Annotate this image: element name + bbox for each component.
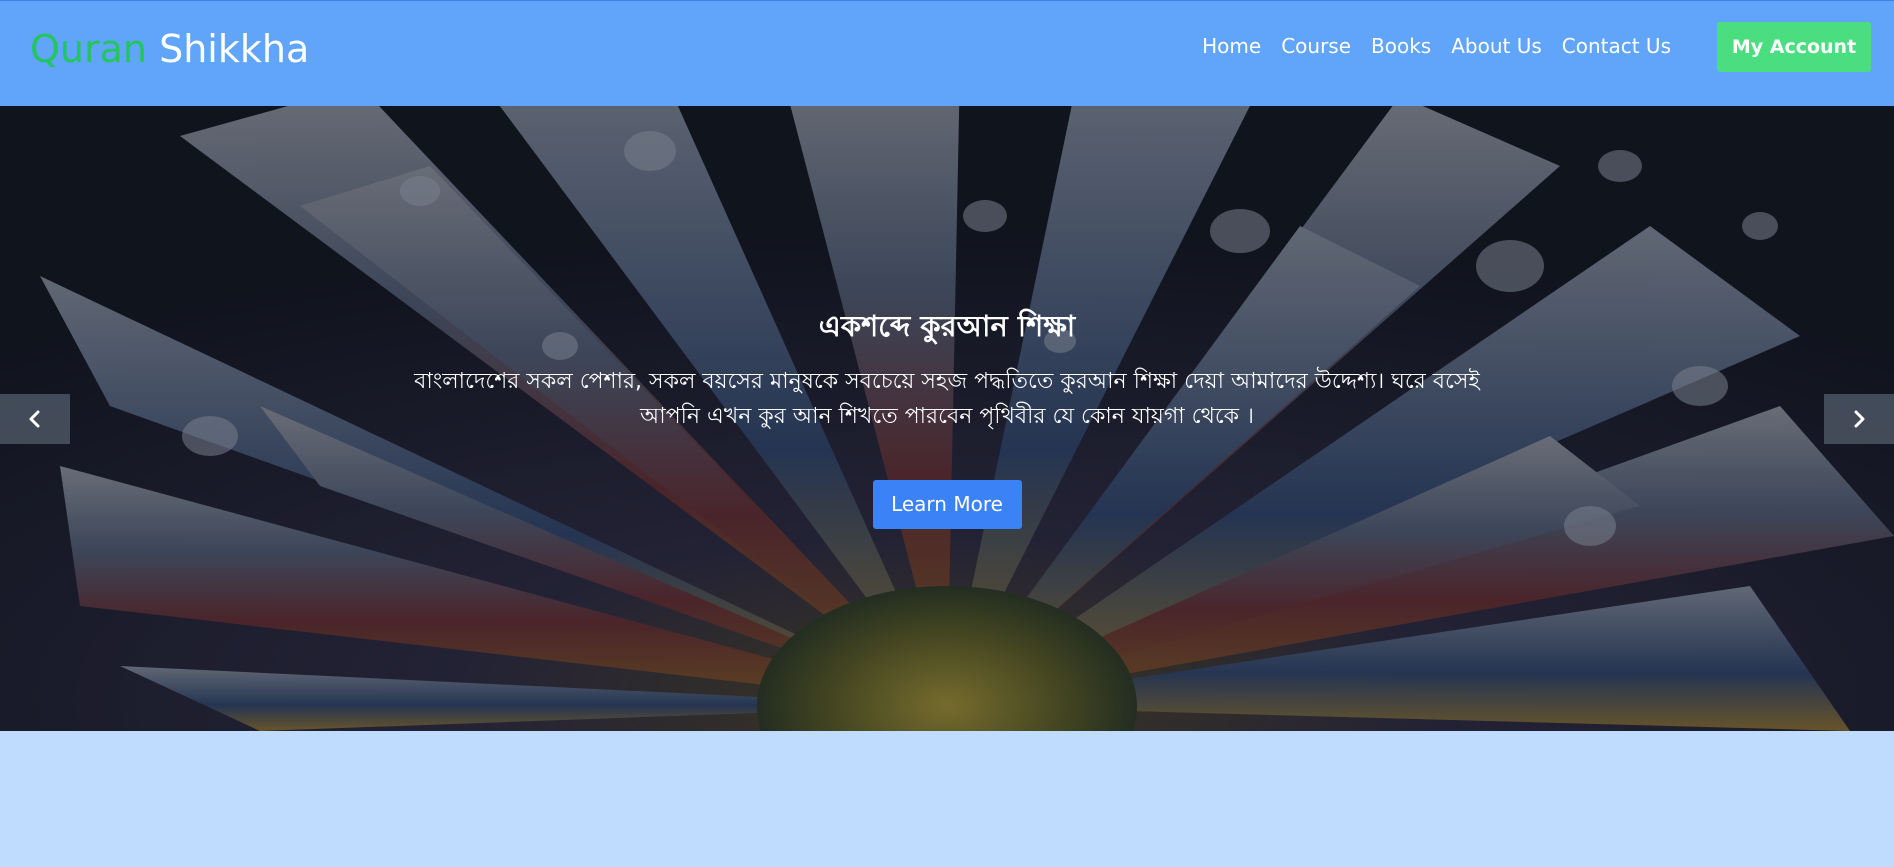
nav-link-home[interactable]: Home bbox=[1192, 31, 1271, 61]
navbar: Quran Shikkha Home Course Books About Us… bbox=[0, 0, 1894, 106]
hero-title: একশব্দে কুরআন শিক্ষা bbox=[818, 309, 1076, 343]
carousel-prev-button[interactable] bbox=[0, 394, 70, 444]
hero-description: বাংলাদেশের সকল পেশার, সকল বয়সের মানুষকে… bbox=[414, 369, 1480, 429]
hero-carousel: একশব্দে কুরআন শিক্ষা বাংলাদেশের সকল পেশা… bbox=[0, 106, 1894, 731]
chevron-left-icon bbox=[29, 410, 40, 428]
chevron-right-icon bbox=[1854, 410, 1865, 428]
brand-name-part2: Shikkha bbox=[159, 27, 310, 71]
main-nav: Home Course Books About Us Contact Us bbox=[1192, 31, 1681, 61]
my-account-button[interactable]: My Account bbox=[1717, 22, 1871, 72]
learn-more-button[interactable]: Learn More bbox=[872, 480, 1022, 529]
nav-link-contact-us[interactable]: Contact Us bbox=[1552, 31, 1681, 61]
brand-name-part1: Quran bbox=[30, 27, 147, 71]
nav-link-about-us[interactable]: About Us bbox=[1441, 31, 1552, 61]
nav-link-books[interactable]: Books bbox=[1361, 31, 1441, 61]
nav-link-course[interactable]: Course bbox=[1271, 31, 1361, 61]
hero-caption: একশব্দে কুরআন শিক্ষা বাংলাদেশের সকল পেশা… bbox=[0, 306, 1894, 529]
content-section bbox=[0, 731, 1894, 867]
carousel-next-button[interactable] bbox=[1824, 394, 1894, 444]
brand-logo[interactable]: Quran Shikkha bbox=[30, 23, 309, 75]
